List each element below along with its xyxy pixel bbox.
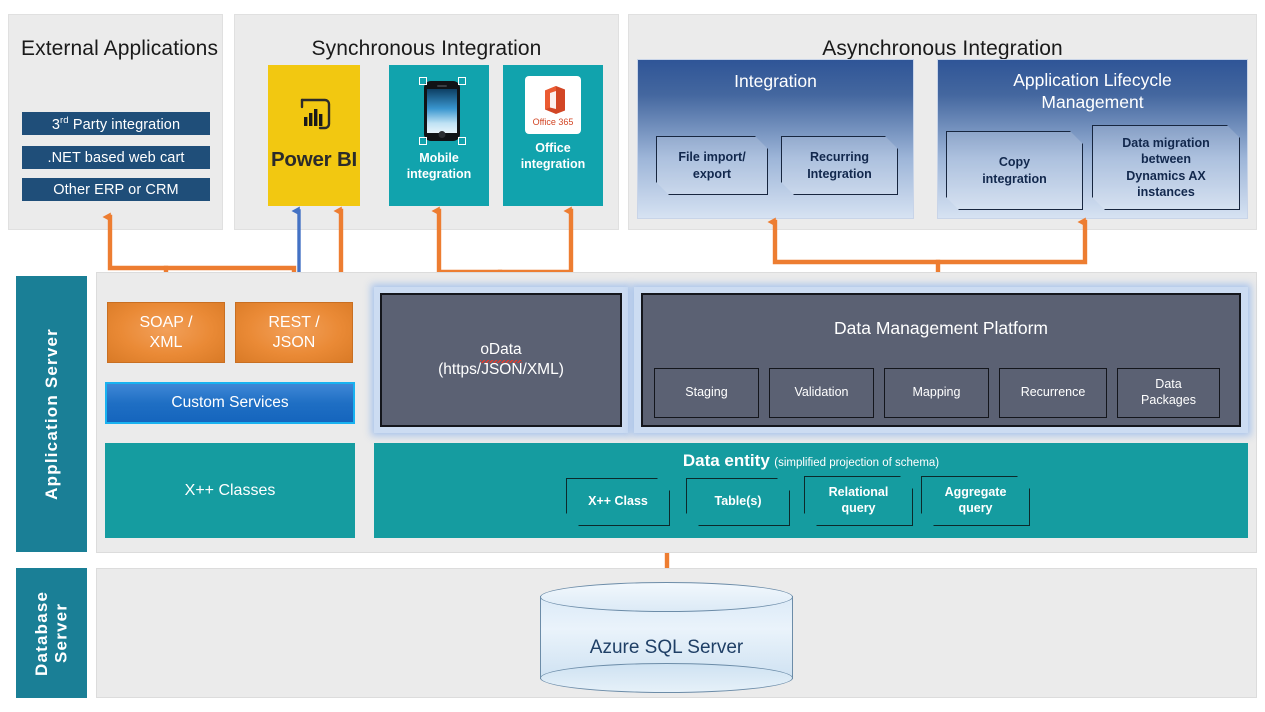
pill-other-erp-crm: Other ERP or CRM [22,178,210,201]
application-server-sidebar: Application Server [16,276,87,552]
dmp-cell-mapping[interactable]: Mapping [884,368,989,418]
data-entity-box-aggregate-query[interactable]: Aggregate query [921,476,1030,526]
data-entity-box-relational-query[interactable]: Relational query [804,476,913,526]
office-365-text: Office 365 [532,116,574,127]
azure-sql-cylinder[interactable]: Azure SQL Server [540,582,793,693]
integration-panel-title: Integration [734,71,817,91]
azure-sql-label: Azure SQL Server [589,637,744,658]
external-applications-title: External Applications [21,37,219,60]
power-bi-label: Power BI [270,148,358,171]
soap-xml-box[interactable]: SOAP / XML [107,302,225,363]
pill-third-party-integration: 3rd Party integration [22,112,210,135]
odata-subtitle: (https/JSON/XML) [438,361,564,378]
power-bi-icon [291,91,337,142]
office-integration-label: Office integration [520,141,586,171]
synchronous-integration-title: Synchronous Integration [311,37,542,60]
box-data-migration[interactable]: Data migration between Dynamics AX insta… [1092,125,1240,210]
dmp-cell-data-packages[interactable]: Data Packages [1117,368,1220,418]
office-365-icon: Office 365 [525,76,581,134]
dmp-cell-recurrence[interactable]: Recurrence [999,368,1107,418]
tile-mobile-integration[interactable]: Mobile integration [389,65,489,206]
data-entity-box-tables[interactable]: Table(s) [686,478,790,526]
diagram-canvas: External Applications 3rd Party integrat… [0,0,1265,712]
asynchronous-integration-title: Asynchronous Integration [822,37,1063,60]
tile-office-integration[interactable]: Office 365 Office integration [503,65,603,206]
box-recurring-integration[interactable]: Recurring Integration [781,136,898,195]
data-entity-box-xpp-class[interactable]: X++ Class [566,478,670,526]
rest-json-box[interactable]: REST / JSON [235,302,353,363]
custom-services-box[interactable]: Custom Services [105,382,355,424]
box-copy-integration[interactable]: Copy integration [946,131,1083,210]
dmp-cell-validation[interactable]: Validation [769,368,874,418]
smartphone-icon [413,77,466,145]
odata-box[interactable]: oData (https/JSON/XML) [380,293,622,427]
pill-net-web-cart: .NET based web cart [22,146,210,169]
alm-panel-title: Application Lifecycle Management [1013,70,1172,112]
mobile-integration-label: Mobile integration [406,151,472,181]
box-file-import-export[interactable]: File import/ export [656,136,768,195]
odata-title: oData [480,340,523,364]
dmp-title: Data Management Platform [834,318,1048,338]
data-entity-header: Data entity (simplified projection of sc… [682,451,940,470]
dmp-cell-staging[interactable]: Staging [654,368,759,418]
database-server-sidebar: Database Server [16,568,87,698]
xpp-classes-box[interactable]: X++ Classes [105,443,355,538]
tile-power-bi[interactable]: Power BI [268,65,360,206]
